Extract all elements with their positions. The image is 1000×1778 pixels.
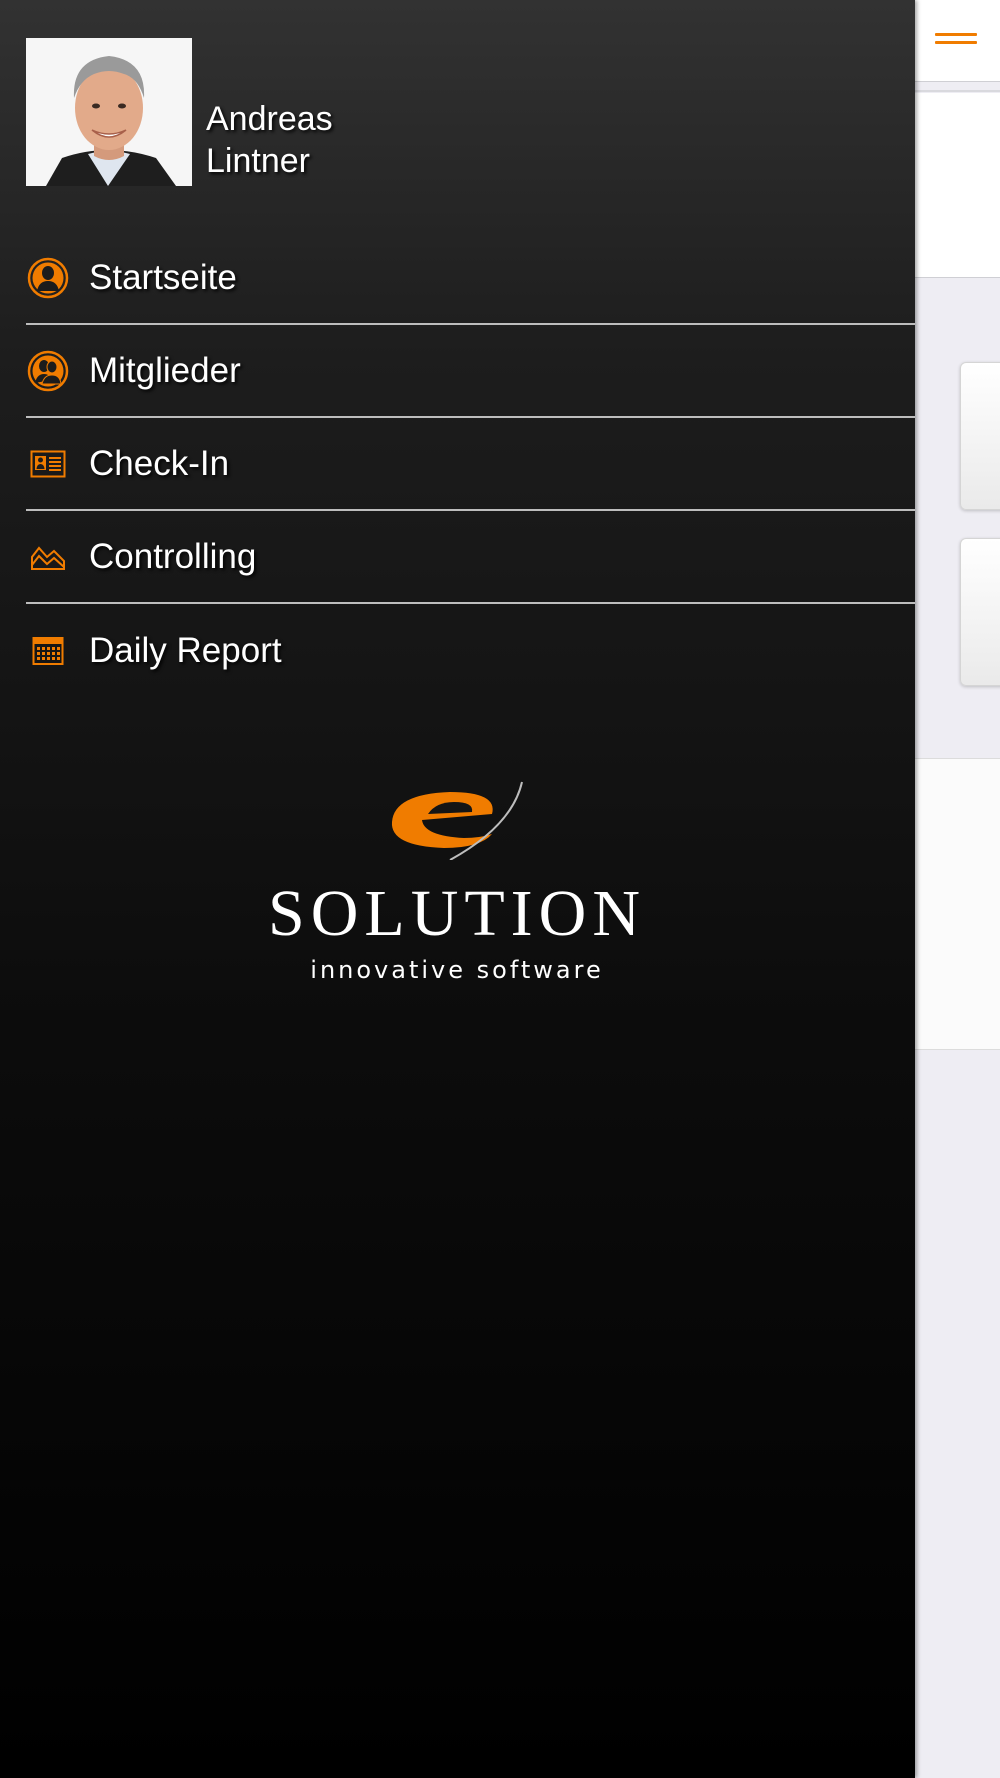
menu-item-controlling[interactable]: Controlling [26,511,915,604]
menu-item-mitglieder[interactable]: Mitglieder [26,325,915,418]
e-logo-mark-icon [391,781,523,860]
tile-card-2[interactable] [960,538,1000,686]
calendar-icon [26,629,70,673]
menu-label-startseite: Startseite [89,257,237,297]
user-last-name: Lintner [206,142,310,180]
avatar-portrait-icon [26,38,192,186]
menu-label-mitglieder: Mitglieder [89,350,241,390]
app-screen: Andreas Lintner Startseite Mitglieder Ch… [0,0,1000,1778]
logo-wordmark: SOLUTION [268,877,646,950]
avatar [26,38,192,186]
logo-tagline: innovative software [310,956,604,984]
company-logo: SOLUTION innovative software [150,780,764,1000]
menu-label-daily-report: Daily Report [89,630,282,670]
tile-card-1[interactable] [960,362,1000,510]
chart-icon [26,535,70,579]
menu-label-controlling: Controlling [89,536,257,576]
hamburger-menu-icon[interactable] [935,28,979,54]
menu-label-check-in: Check-In [89,443,230,483]
menu-item-startseite[interactable]: Startseite [26,232,915,325]
drawer-menu: Startseite Mitglieder Check-In Controlli… [26,232,915,697]
user-first-name: Andreas [206,100,333,138]
person-icon [26,256,70,300]
id-card-icon [26,442,70,486]
menu-item-daily-report[interactable]: Daily Report [26,604,915,697]
user-profile[interactable]: Andreas Lintner [26,38,333,186]
user-name: Andreas Lintner [206,98,333,182]
navigation-drawer: Andreas Lintner Startseite Mitglieder Ch… [0,0,915,1778]
menu-item-check-in[interactable]: Check-In [26,418,915,511]
group-icon [26,349,70,393]
